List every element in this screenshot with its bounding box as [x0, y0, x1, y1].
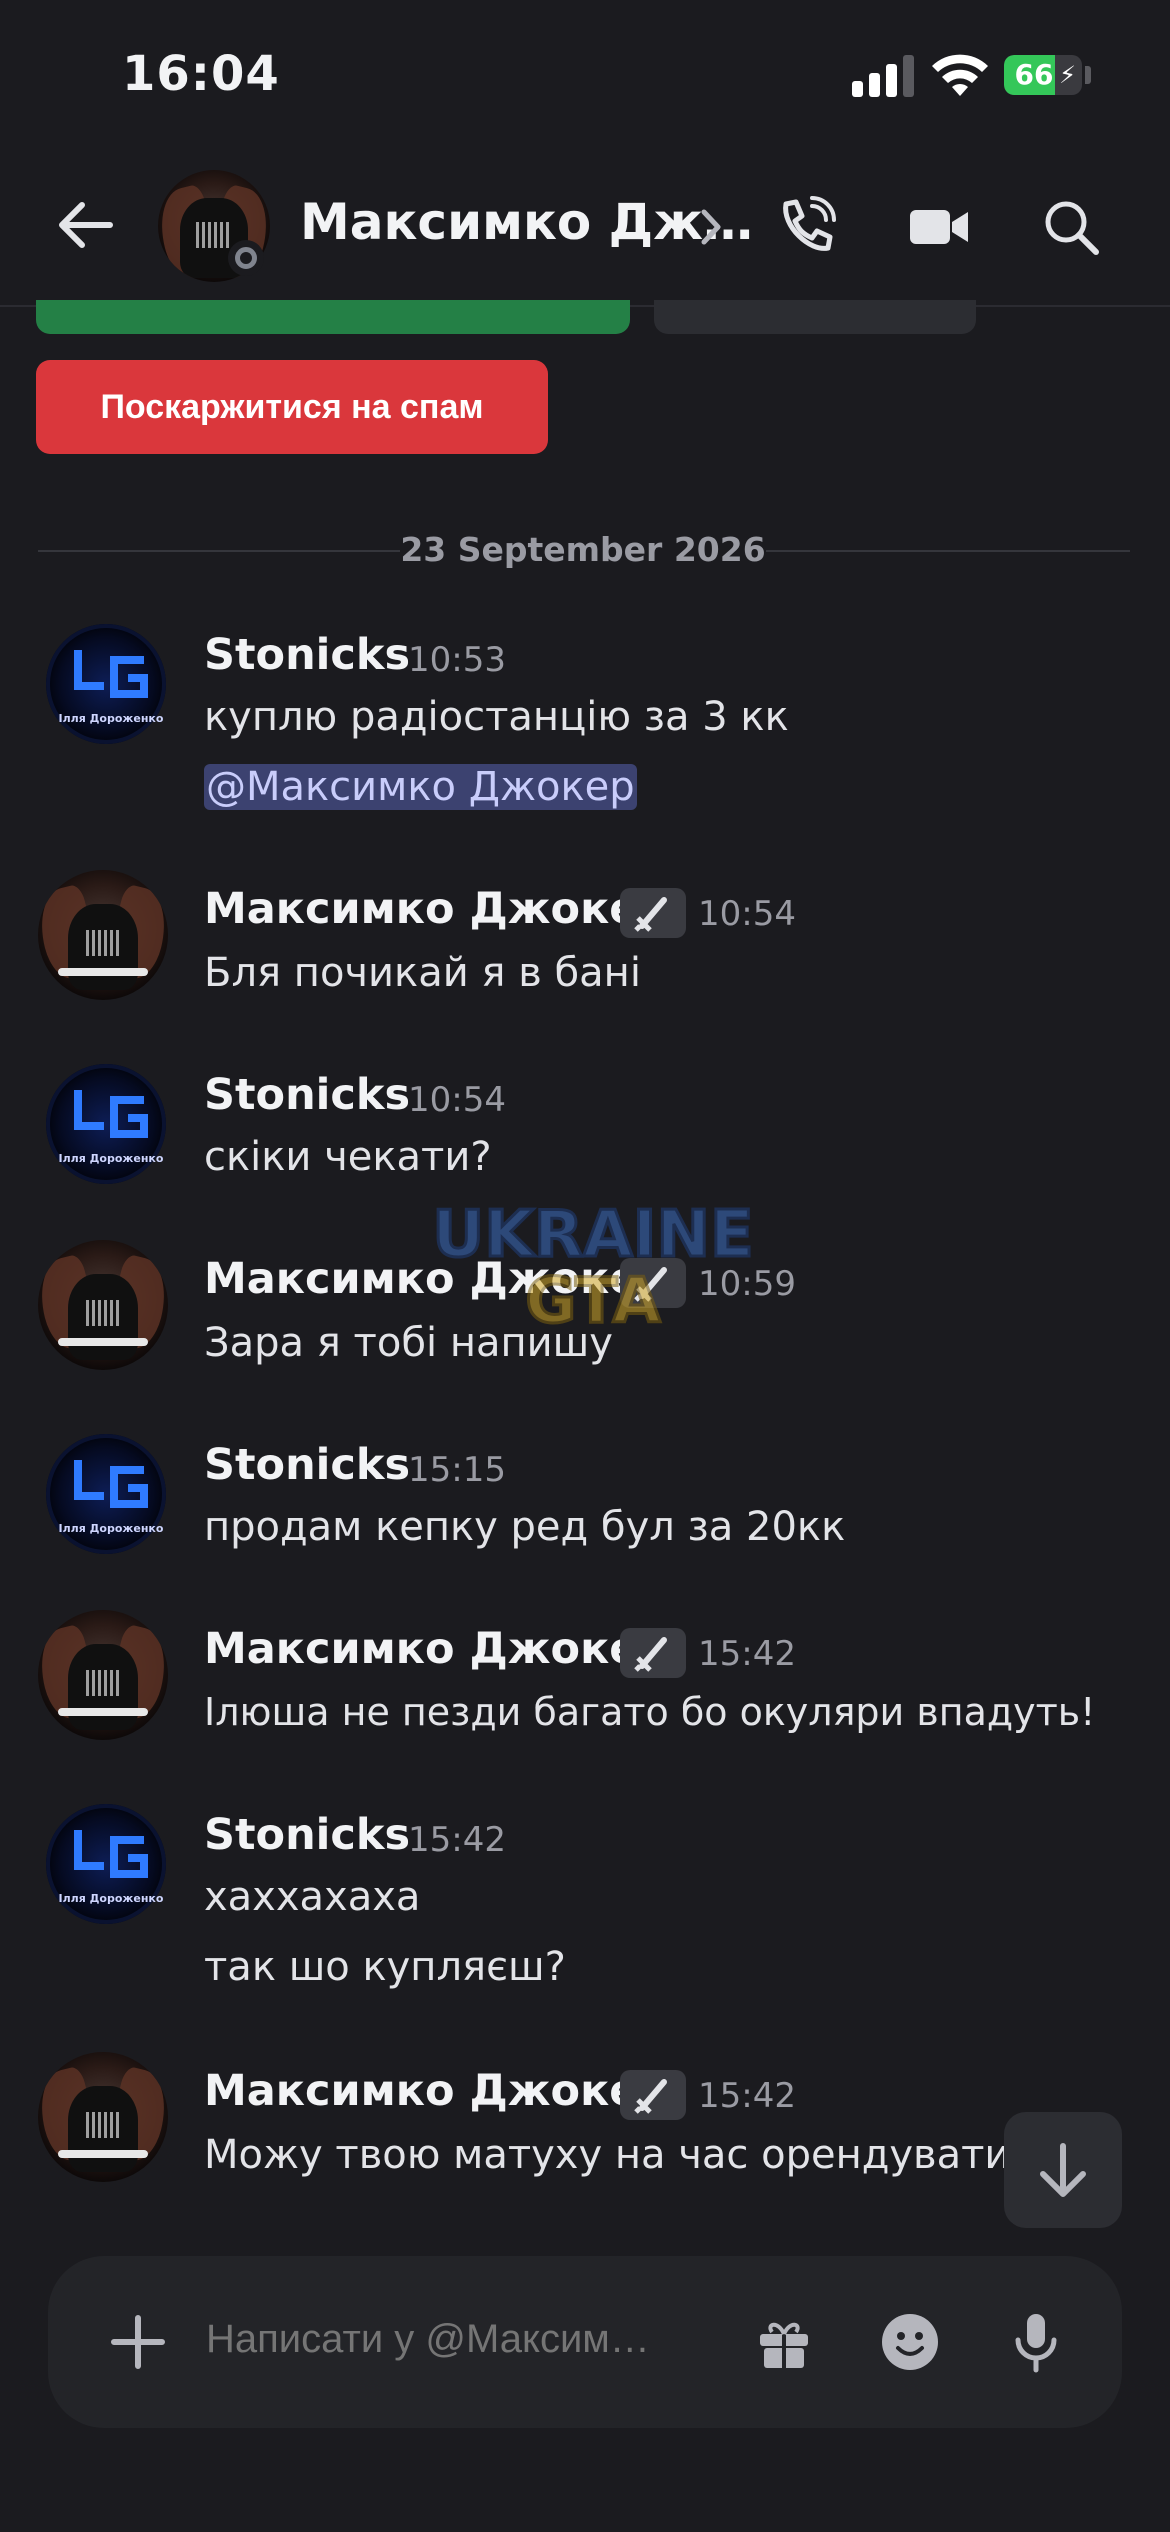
emoji-icon[interactable] [874, 2306, 946, 2378]
cellular-signal-icon [852, 55, 916, 97]
avatar-band [58, 1338, 148, 1346]
avatar-stonicks[interactable]: Ілля Дороженко [46, 1804, 166, 1924]
message-time: 10:54 [408, 1080, 506, 1120]
message-text: Зара я тобі напишу [204, 1320, 613, 1366]
message-text: куплю радіостанцію за 3 кк [204, 694, 789, 740]
message-time: 10:59 [698, 1264, 796, 1304]
message-author[interactable]: Stonicks [204, 1810, 410, 1860]
lg-logo-icon [74, 1830, 148, 1878]
wifi-icon [932, 54, 988, 96]
gift-icon[interactable] [748, 2306, 820, 2378]
scroll-to-bottom-button[interactable] [1004, 2112, 1122, 2228]
back-arrow-icon[interactable] [50, 190, 120, 260]
avatar-stonicks[interactable]: Ілля Дороженко [46, 624, 166, 744]
search-icon[interactable] [1036, 192, 1106, 262]
divider-line-right [766, 550, 1130, 552]
avatar-print [86, 1300, 120, 1326]
message-time: 15:42 [408, 1820, 506, 1860]
message-text: хаххахаха [204, 1874, 421, 1920]
avatar-print [196, 222, 232, 248]
avatar-joker[interactable] [38, 1240, 168, 1370]
message-author[interactable]: Максимко Джокер [204, 1624, 669, 1674]
arrow-down-icon [1040, 2143, 1086, 2197]
date-divider: 23 September 2026 [400, 530, 766, 569]
message-time: 15:42 [698, 2076, 796, 2116]
message-input[interactable] [204, 2316, 768, 2363]
plus-icon[interactable] [102, 2306, 174, 2378]
chevron-right-icon[interactable] [696, 204, 726, 250]
secondary-button-partial[interactable] [654, 300, 976, 334]
sword-icon [620, 888, 686, 938]
message-time: 15:15 [408, 1450, 506, 1490]
message-text: Можу твою матуху на час орендувати [204, 2132, 1011, 2178]
message-time: 15:42 [698, 1634, 796, 1674]
message-author[interactable]: Stonicks [204, 1070, 410, 1120]
message-time: 10:54 [698, 894, 796, 934]
sword-icon [620, 2070, 686, 2120]
avatar-band [58, 968, 148, 976]
sword-icon [620, 1258, 686, 1308]
message-author[interactable]: Максимко Джокер [204, 1254, 669, 1304]
header-username[interactable]: Максимко Дж… [300, 193, 753, 251]
avatar-caption: Ілля Дороженко [58, 1522, 164, 1535]
battery-charging-icon: 66 ⚡ [1004, 55, 1082, 95]
battery-cap [1085, 66, 1091, 84]
lg-logo-icon [74, 1090, 148, 1138]
lg-logo-icon [74, 650, 148, 698]
avatar-joker[interactable] [38, 2052, 168, 2182]
phone-call-icon[interactable] [770, 192, 840, 262]
message-author[interactable]: Stonicks [204, 630, 410, 680]
offline-status-dot [228, 240, 264, 276]
avatar-caption: Ілля Дороженко [58, 1152, 164, 1165]
divider-line-left [38, 550, 400, 552]
avatar-caption: Ілля Дороженко [58, 712, 164, 725]
report-spam-button[interactable]: Поскаржитися на спам [36, 360, 548, 454]
message-composer [48, 2256, 1122, 2428]
message-time: 10:53 [408, 640, 506, 680]
status-time: 16:04 [122, 46, 280, 102]
battery-percent: 66 [1014, 58, 1054, 91]
avatar-band [58, 2150, 148, 2158]
charging-bolt-icon: ⚡ [1059, 61, 1076, 89]
avatar-print [86, 1670, 120, 1696]
avatar-band [58, 1708, 148, 1716]
user-mention[interactable]: @Максимко Джокер [204, 764, 637, 810]
message-text: скіки чекати? [204, 1134, 492, 1180]
message-text: Бля почикай я в бані [204, 950, 641, 996]
video-camera-icon[interactable] [904, 192, 974, 262]
lg-logo-icon [74, 1460, 148, 1508]
accept-button-partial[interactable] [36, 300, 630, 334]
avatar-stonicks[interactable]: Ілля Дороженко [46, 1064, 166, 1184]
sword-icon [620, 1628, 686, 1678]
microphone-icon[interactable] [1000, 2306, 1072, 2378]
avatar-stonicks[interactable]: Ілля Дороженко [46, 1434, 166, 1554]
chat-header: Максимко Дж… [0, 150, 1170, 307]
message-author[interactable]: Stonicks [204, 1440, 410, 1490]
message-text: Ілюша не пезди багато бо окуляри впадуть… [204, 1690, 1096, 1734]
message-author[interactable]: Максимко Джокер [204, 884, 669, 934]
avatar-print [86, 2112, 120, 2138]
avatar-joker[interactable] [38, 1610, 168, 1740]
avatar-joker[interactable] [38, 870, 168, 1000]
message-author[interactable]: Максимко Джокер [204, 2066, 669, 2116]
message-text: продам кепку ред бул за 20кк [204, 1504, 846, 1550]
status-bar: 16:04 66 ⚡ [0, 0, 1170, 150]
message-text: так шо купляєш? [204, 1944, 566, 1990]
avatar-caption: Ілля Дороженко [58, 1892, 164, 1905]
avatar-print [86, 930, 120, 956]
